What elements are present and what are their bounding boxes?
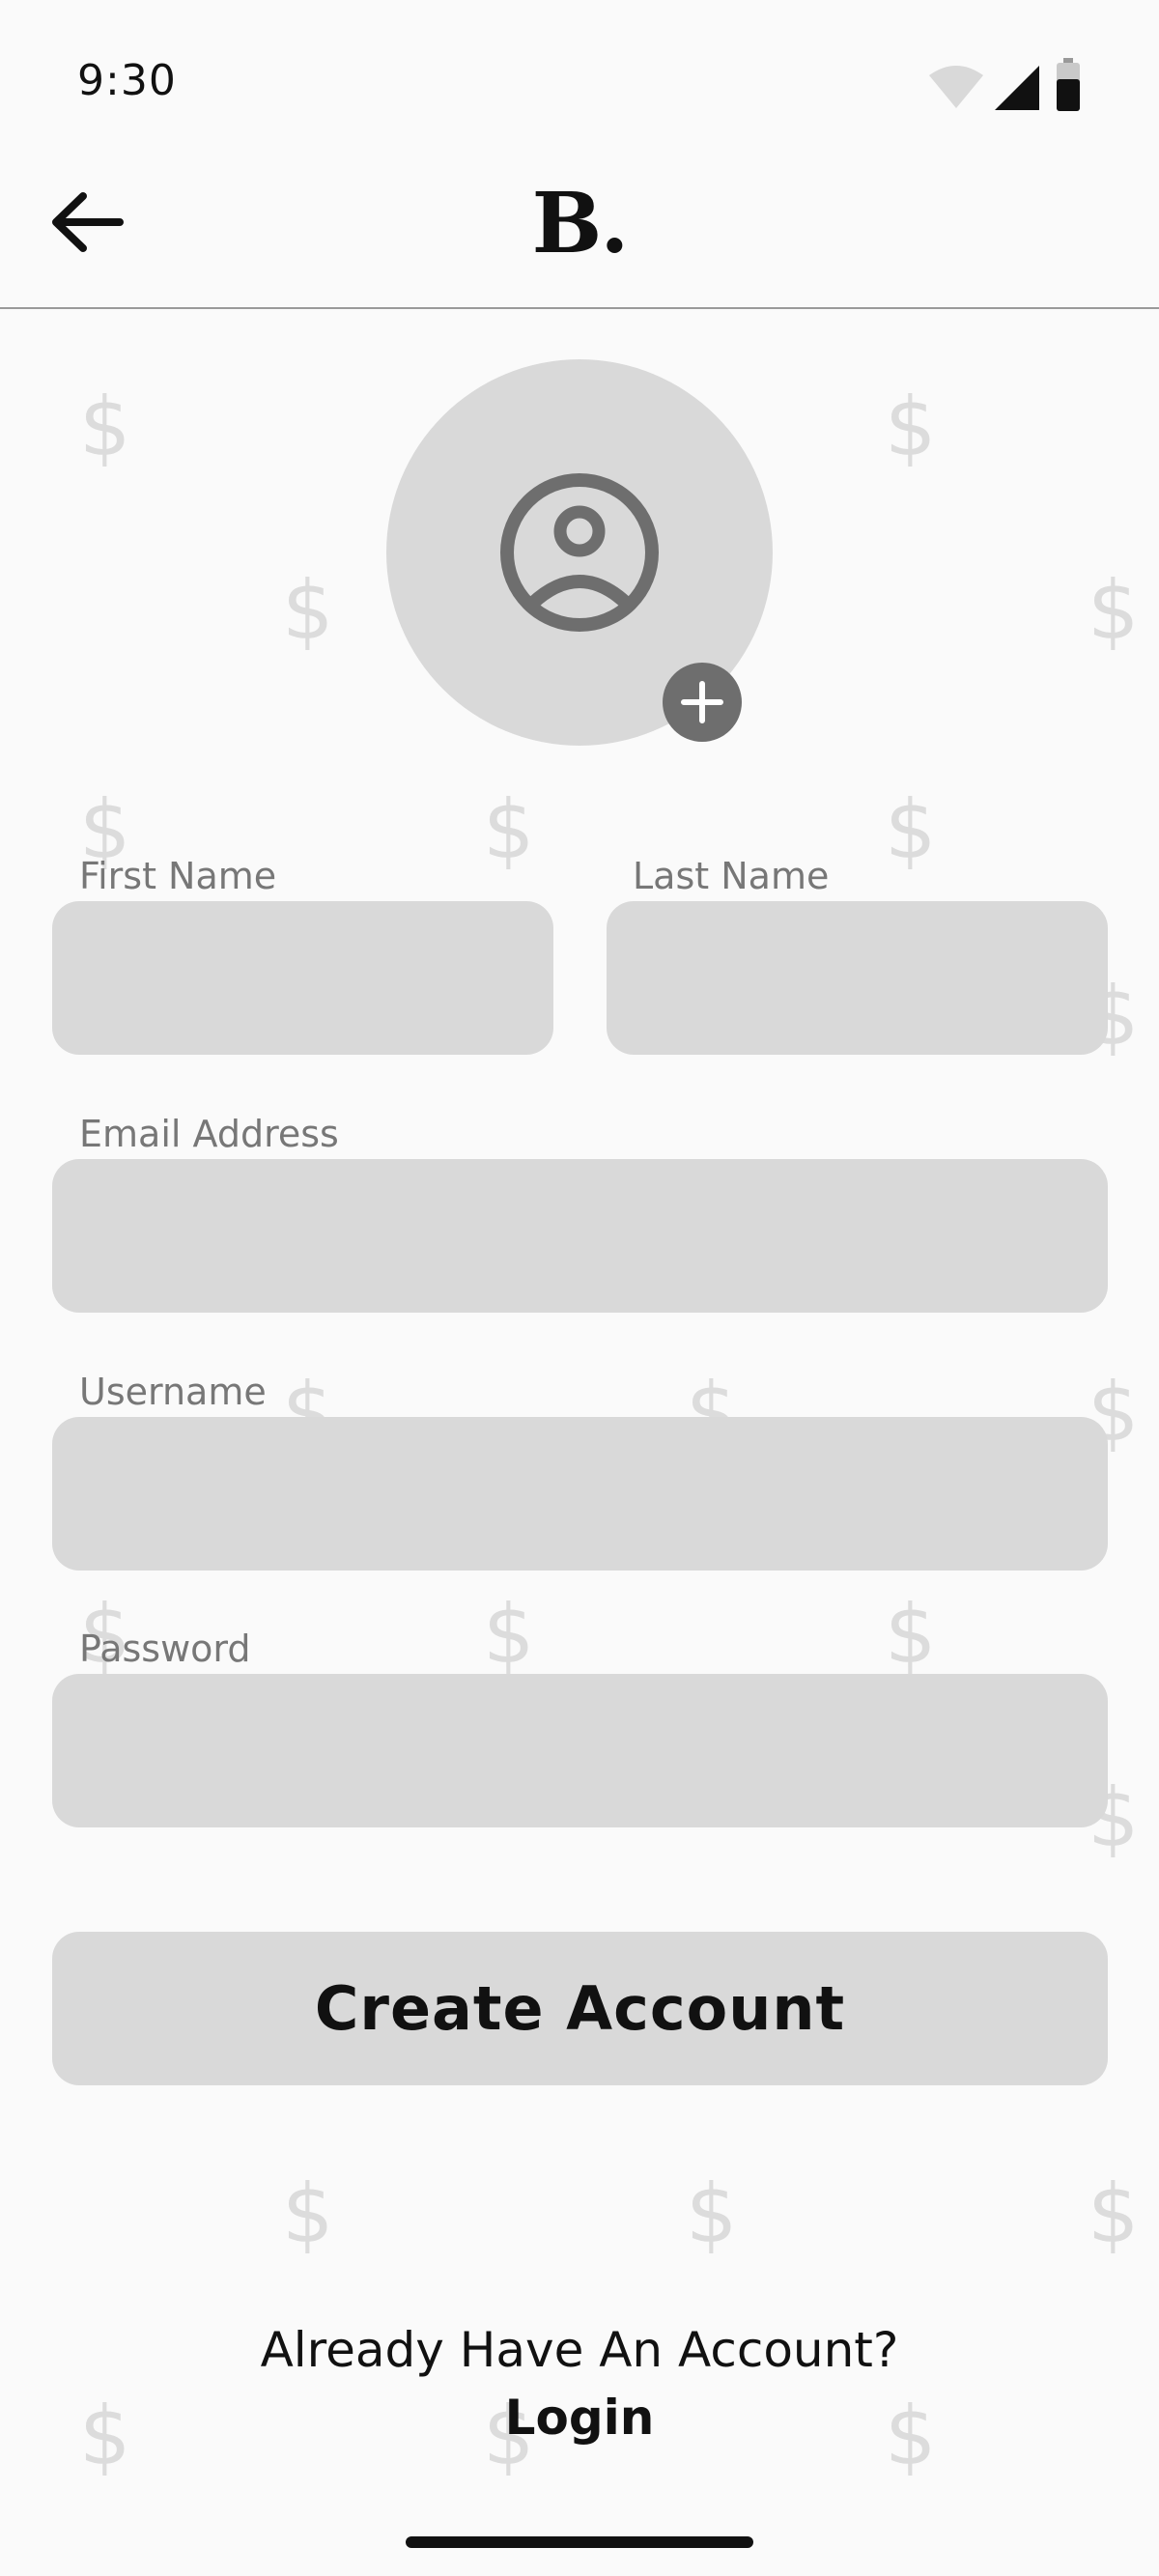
last-name-label: Last Name <box>633 855 830 897</box>
username-field[interactable] <box>52 1417 1108 1571</box>
cell-signal-icon <box>995 66 1039 110</box>
app-header: B. <box>0 145 1159 309</box>
dollar-watermark: $ <box>483 782 535 877</box>
first-name-field[interactable] <box>52 901 553 1055</box>
dollar-watermark: $ <box>282 2166 334 2261</box>
battery-icon <box>1057 58 1080 111</box>
password-label: Password <box>79 1628 251 1670</box>
add-photo-button[interactable] <box>663 663 742 742</box>
login-link[interactable]: Login <box>0 2390 1159 2446</box>
last-name-field[interactable] <box>607 901 1108 1055</box>
first-name-label: First Name <box>79 855 277 897</box>
dollar-watermark: $ <box>885 782 937 877</box>
dollar-watermark: $ <box>686 2166 738 2261</box>
wifi-icon <box>929 66 983 108</box>
status-time: 9:30 <box>77 56 177 105</box>
dollar-watermark: $ <box>1088 2166 1140 2261</box>
dollar-watermark: $ <box>483 1587 535 1682</box>
password-field[interactable] <box>52 1674 1108 1827</box>
dollar-watermark: $ <box>885 380 937 474</box>
status-bar: 9:30 <box>0 0 1159 145</box>
dollar-watermark: $ <box>885 1587 937 1682</box>
create-account-button[interactable]: Create Account <box>52 1932 1108 2085</box>
home-indicator[interactable] <box>406 2536 753 2548</box>
plus-circle-icon <box>681 681 723 723</box>
user-circle-icon <box>500 473 659 632</box>
brand-logo: B. <box>531 175 630 272</box>
username-label: Username <box>79 1371 267 1413</box>
already-have-account-text: Already Have An Account? <box>260 2322 899 2378</box>
email-field[interactable] <box>52 1159 1108 1313</box>
dollar-watermark: $ <box>282 563 334 658</box>
email-label: Email Address <box>79 1113 339 1155</box>
dollar-watermark: $ <box>1088 563 1140 658</box>
dollar-watermark: $ <box>79 380 131 474</box>
status-icons <box>927 58 1091 118</box>
